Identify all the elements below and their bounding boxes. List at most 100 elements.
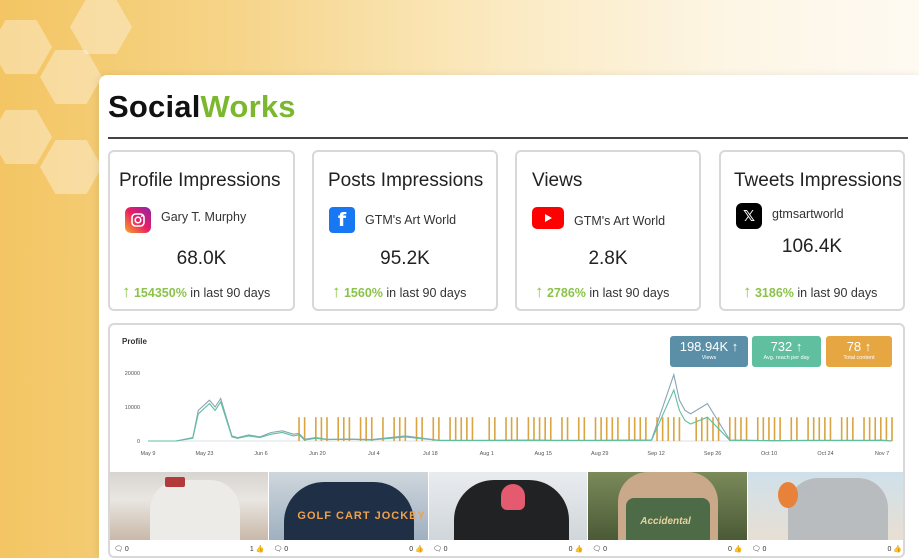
content-bar [779,417,781,441]
content-bar [421,417,423,441]
comment-count: 0 [443,546,448,553]
card-account: 𝕏 gtmsartworld [736,203,844,229]
comment-icon: 🗨 0 [751,546,767,553]
card-value: 2.8K [588,248,628,269]
comment-count: 0 [124,546,129,553]
content-bar [342,417,345,441]
shirt-text: GOLF CART JOCKEY [297,510,426,522]
post-thumbnails: GOLF CART JOCKEY Accidental [110,472,903,540]
content-bar [885,417,888,441]
content-bar [661,417,664,441]
content-bar [745,417,748,441]
content-bar [695,417,698,441]
content-bar [863,417,865,441]
up-arrow-icon: ↑ [535,282,544,301]
content-bar [868,417,871,441]
x-tick-label: Oct 10 [761,451,777,457]
content-bar [639,417,642,441]
content-bar [488,417,491,441]
like-count: 0 [728,546,732,553]
content-bar [594,417,597,441]
x-tick-label: May 23 [195,451,213,457]
content-bar [449,417,451,441]
content-bar [728,417,731,441]
content-bar [667,417,670,441]
content-bar [712,417,714,441]
content-bar [605,417,608,441]
x-tick-label: Aug 29 [591,451,608,457]
post-photo[interactable]: Accidental [588,472,747,540]
content-bar [359,417,362,441]
account-name: gtmsartworld [772,207,844,221]
delta-percent: 154350% [133,286,187,300]
content-bar [796,417,798,441]
comment-count: 0 [284,546,289,553]
post-stats: 🗨 0 0 👍 [748,540,903,556]
post-stats: 🗨 0 0 👍 [429,540,587,556]
x-tick-label: Jul 4 [368,451,380,457]
y-tick-label: 20000 [125,371,140,377]
post-photo[interactable] [747,472,903,540]
card-delta: ↑ 2786% in last 90 days [535,282,669,302]
content-bar [617,417,619,441]
post-photo[interactable] [110,472,269,540]
content-bar [505,417,507,441]
card-value: 68.0K [176,248,227,269]
brand-logo: SocialWorks [108,89,296,125]
x-tick-label: Oct 24 [817,451,833,457]
youtube-icon [532,207,564,229]
content-bar [812,417,815,441]
content-bar [516,417,519,441]
post-photo[interactable] [428,472,588,540]
brand-part1: Social [108,89,201,124]
content-bar [840,417,843,441]
card-tweets-impressions[interactable]: Tweets Impressions 𝕏 gtmsartworld 106.4K… [719,150,905,311]
facebook-icon: f [329,207,355,233]
content-bar [846,417,849,441]
content-bar [600,417,602,441]
post-stats: 🗨 0 1 👍 [110,540,268,556]
content-bar [762,417,765,441]
like-count: 0 [887,546,892,553]
delta-percent: 2786% [546,286,586,300]
x-tick-label: Sep 12 [647,451,664,457]
card-value: 106.4K [781,236,843,257]
like-icon: 0 👍 [728,546,743,553]
up-arrow-icon: ↑ [122,282,131,301]
content-bar [807,417,809,441]
like-count: 0 [409,546,414,553]
card-title: Profile Impressions [119,170,281,191]
content-bar [740,417,742,441]
content-bar [678,417,681,441]
delta-suffix: in last 90 days [589,286,670,300]
divider [108,137,908,139]
content-bar [454,417,457,441]
x-icon: 𝕏 [736,203,762,229]
content-bar [527,417,530,441]
content-bar [818,417,821,441]
card-title: Posts Impressions [328,170,484,191]
content-bar [734,417,737,441]
card-profile-impressions[interactable]: Profile Impressions Gary T. Murphy 68.0K… [108,150,295,311]
content-bar [891,417,893,441]
account-name: Gary T. Murphy [161,210,247,224]
comment-icon: 🗨 0 [273,546,289,553]
content-bar [645,417,647,441]
post-photo[interactable]: GOLF CART JOCKEY [269,472,428,540]
like-count: 1 [249,546,254,553]
content-bar [544,417,546,441]
content-bar [298,417,300,441]
post-stats: 🗨 0 0 👍 [269,540,427,556]
content-bar [348,417,351,441]
y-tick-label: 10000 [125,405,140,411]
content-bar [673,417,675,441]
content-bar [533,417,535,441]
up-arrow-icon: ↑ [332,282,341,301]
card-posts-impressions[interactable]: Posts Impressions f GTM's Art World 95.2… [312,150,498,311]
line-chart: 20000 10000 0May 9 May 23 Jun 6 Jun 20 Jul 4 Ju… [125,371,893,457]
content-bar [880,417,882,441]
card-value: 95.2K [380,248,430,269]
delta-percent: 3186% [754,286,794,300]
card-views[interactable]: Views GTM's Art World 2.8K ↑ 2786% in la… [515,150,701,311]
content-bar [320,417,323,441]
